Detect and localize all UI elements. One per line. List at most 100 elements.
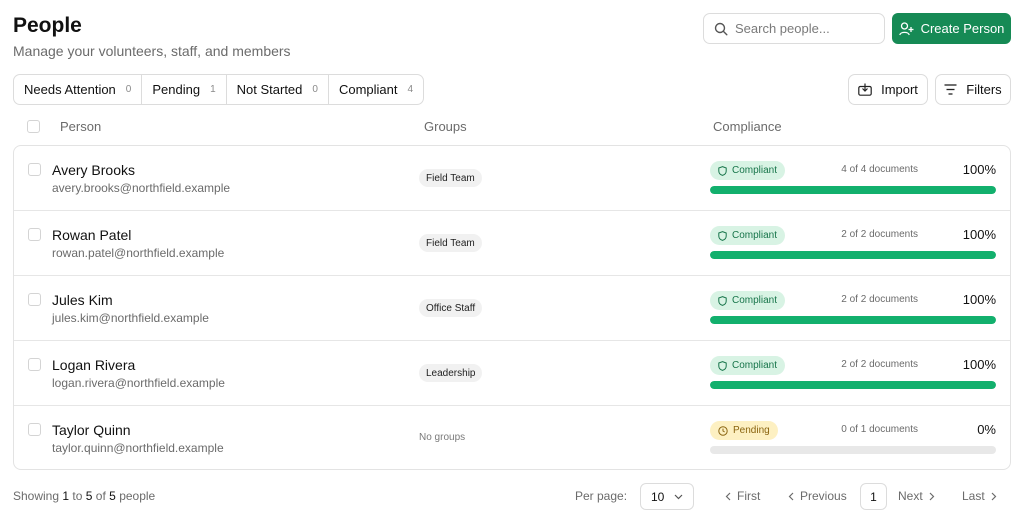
search-icon (714, 22, 728, 36)
tab-not-started[interactable]: Not Started 0 (227, 75, 329, 104)
column-header-person[interactable]: Person (60, 119, 101, 134)
compliance-progress-bar (710, 316, 996, 324)
import-button[interactable]: Import (848, 74, 928, 105)
person-name[interactable]: Avery Brooks (52, 162, 135, 178)
group-badge: Field Team (419, 169, 482, 187)
import-icon (858, 83, 872, 96)
column-header-compliance[interactable]: Compliance (713, 119, 782, 134)
person-email: avery.brooks@northfield.example (52, 181, 231, 195)
first-label: First (737, 489, 761, 503)
tab-count: 4 (407, 84, 414, 95)
no-groups-text: No groups (419, 432, 466, 443)
progress-fill (710, 251, 996, 259)
tab-pending[interactable]: Pending 1 (142, 75, 227, 104)
select-all-checkbox[interactable] (27, 120, 40, 133)
row-checkbox[interactable] (28, 358, 41, 371)
compliance-percent: 0% (977, 422, 996, 437)
last-page-button[interactable]: Last (962, 489, 997, 503)
row-checkbox[interactable] (28, 423, 41, 436)
status-badge: Compliant (710, 226, 786, 245)
row-checkbox[interactable] (28, 163, 41, 176)
tab-needs-attention[interactable]: Needs Attention 0 (14, 75, 143, 104)
of-word: of (95, 489, 106, 503)
chevron-left-icon (788, 492, 794, 500)
tab-label: Not Started (236, 82, 303, 97)
person-name[interactable]: Rowan Patel (52, 227, 131, 243)
tab-label: Compliant (338, 82, 398, 97)
documents-count: 2 of 2 documents (841, 229, 918, 240)
documents-count: 0 of 1 documents (841, 424, 918, 435)
progress-fill (710, 186, 996, 194)
person-name[interactable]: Logan Rivera (52, 357, 135, 373)
documents-count: 4 of 4 documents (841, 164, 918, 175)
import-label: Import (881, 82, 918, 97)
page-title: People (13, 14, 82, 37)
total-count: 5 (109, 489, 116, 503)
filter-lines-icon (944, 84, 957, 95)
chevron-down-icon (674, 494, 683, 499)
tab-count: 1 (210, 84, 216, 95)
clock-icon (718, 425, 728, 436)
tab-compliant[interactable]: Compliant 4 (329, 75, 423, 104)
table-row[interactable]: Jules Kim jules.kim@northfield.example O… (14, 276, 1010, 341)
group-badge: Office Staff (419, 299, 483, 317)
user-plus-icon (898, 21, 914, 35)
search-box[interactable] (703, 13, 885, 44)
previous-page-button[interactable]: Previous (788, 489, 847, 503)
current-page-button[interactable]: 1 (860, 483, 887, 510)
row-checkbox[interactable] (28, 228, 41, 241)
compliance-percent: 100% (962, 227, 996, 242)
row-checkbox[interactable] (28, 293, 41, 306)
person-name[interactable]: Taylor Quinn (52, 422, 131, 438)
shield-check-icon (718, 295, 727, 306)
compliance-progress-bar (710, 186, 996, 194)
shield-check-icon (718, 360, 727, 371)
range-from: 1 (62, 489, 70, 503)
person-name[interactable]: Jules Kim (52, 292, 113, 308)
shield-check-icon (718, 165, 727, 176)
table-row[interactable]: Logan Rivera logan.rivera@northfield.exa… (14, 341, 1010, 406)
status-badge: Compliant (710, 291, 786, 310)
search-input[interactable] (735, 21, 875, 36)
tab-count: 0 (312, 84, 318, 95)
filters-label: Filters (966, 82, 1002, 97)
status-filter-tabs: Needs Attention 0 Pending 1 Not Started … (13, 74, 425, 105)
create-person-button[interactable]: Create Person (892, 13, 1011, 44)
previous-label: Previous (800, 489, 847, 503)
person-email: logan.rivera@northfield.example (52, 376, 225, 390)
column-header-groups[interactable]: Groups (424, 119, 467, 134)
person-email: taylor.quinn@northfield.example (52, 441, 224, 455)
tab-label: Pending (152, 82, 201, 97)
status-label: Compliant (732, 165, 778, 176)
chevron-right-icon (929, 492, 935, 500)
first-page-button[interactable]: First (725, 489, 760, 503)
per-page-value: 10 (651, 489, 665, 504)
next-page-button[interactable]: Next (898, 489, 935, 503)
tab-label: Needs Attention (24, 82, 116, 97)
last-label: Last (962, 489, 985, 503)
showing-prefix: Showing (13, 489, 60, 503)
group-badge: Leadership (419, 364, 483, 382)
table-row[interactable]: Avery Brooks avery.brooks@northfield.exa… (14, 146, 1010, 211)
documents-count: 2 of 2 documents (841, 359, 918, 370)
table-row[interactable]: Rowan Patel rowan.patel@northfield.examp… (14, 211, 1010, 276)
compliance-progress-bar (710, 446, 996, 454)
page-subtitle: Manage your volunteers, staff, and membe… (13, 43, 291, 59)
chevron-right-icon (991, 492, 997, 500)
table-row[interactable]: Taylor Quinn taylor.quinn@northfield.exa… (14, 406, 1010, 469)
person-email: jules.kim@northfield.example (52, 311, 209, 325)
compliance-progress-bar (710, 251, 996, 259)
next-label: Next (898, 489, 923, 503)
person-email: rowan.patel@northfield.example (52, 246, 225, 260)
compliance-progress-bar (710, 381, 996, 389)
table-header: Person Groups Compliance (13, 114, 1011, 140)
people-table: Avery Brooks avery.brooks@northfield.exa… (13, 145, 1011, 470)
status-label: Compliant (732, 295, 778, 306)
status-label: Compliant (732, 230, 778, 241)
status-label: Pending (733, 425, 770, 436)
people-suffix: people (119, 489, 156, 503)
filters-button[interactable]: Filters (935, 74, 1011, 105)
status-badge: Compliant (710, 356, 786, 375)
to-word: to (72, 489, 83, 503)
per-page-select[interactable]: 10 (640, 483, 694, 510)
